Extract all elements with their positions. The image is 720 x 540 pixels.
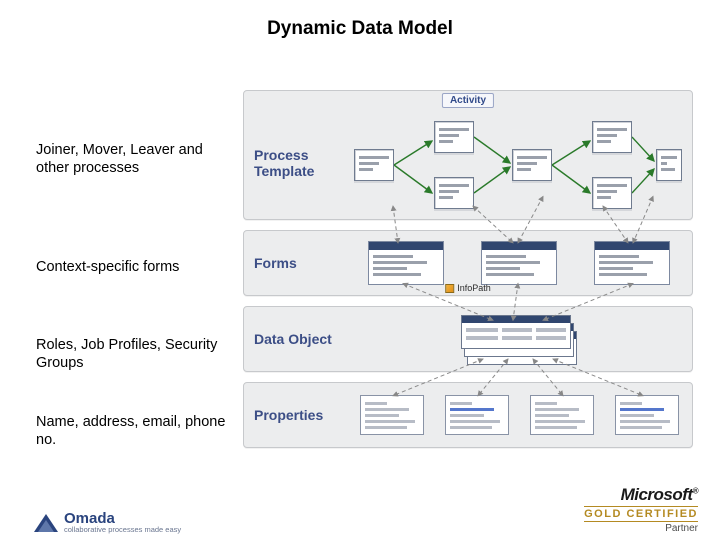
data-object-content xyxy=(354,315,684,363)
page-title: Dynamic Data Model xyxy=(0,0,720,40)
forms-content xyxy=(354,239,684,287)
omada-tagline: collaborative processes made easy xyxy=(64,525,181,534)
activity-node xyxy=(354,149,394,181)
layer-properties: Properties xyxy=(243,382,693,448)
layer-label-dataobject: Data Object xyxy=(254,331,332,347)
layer-label-forms: Forms xyxy=(254,255,297,271)
activity-node xyxy=(512,149,552,181)
property-card xyxy=(445,395,509,435)
layer-process-template: Activity Process Template xyxy=(243,90,693,220)
omada-logo-block: Omada collaborative processes made easy xyxy=(34,510,181,534)
activity-node xyxy=(592,121,632,153)
property-card xyxy=(615,395,679,435)
property-card xyxy=(530,395,594,435)
activity-node xyxy=(592,177,632,209)
desc-dataobject: Roles, Job Profiles, Security Groups xyxy=(36,336,226,372)
diagram-main: Joiner, Mover, Leaver and other processe… xyxy=(0,90,720,460)
property-card xyxy=(360,395,424,435)
activity-node xyxy=(434,121,474,153)
desc-properties: Name, address, email, phone no. xyxy=(36,413,226,449)
desc-forms: Context-specific forms xyxy=(36,258,179,276)
properties-content xyxy=(354,391,684,439)
data-object-icon xyxy=(461,315,577,363)
layer-label-properties: Properties xyxy=(254,407,323,423)
infopath-label: InfoPath xyxy=(457,283,491,293)
layer-forms: Forms InfoPath xyxy=(243,230,693,296)
activity-tag: Activity xyxy=(442,93,494,108)
desc-process: Joiner, Mover, Leaver and other processe… xyxy=(36,141,226,177)
footer: Omada collaborative processes made easy … xyxy=(0,486,720,534)
infopath-icon xyxy=(445,284,454,293)
ms-partner-badge: Microsoft® GOLD CERTIFIED Partner xyxy=(584,485,698,534)
ms-gold-line: GOLD CERTIFIED xyxy=(584,506,698,522)
layer-data-object: Data Object xyxy=(243,306,693,372)
infopath-badge: InfoPath xyxy=(445,283,491,293)
layer-label-process: Process Template xyxy=(254,147,349,179)
activity-node xyxy=(656,149,682,181)
ms-brand: Microsoft® xyxy=(584,485,698,505)
form-icon xyxy=(368,241,444,285)
layer-stack: Activity Process Template xyxy=(243,90,693,448)
activity-flow xyxy=(354,115,682,215)
ms-partner-line: Partner xyxy=(584,523,698,534)
activity-node xyxy=(434,177,474,209)
omada-mark-icon xyxy=(34,510,58,534)
form-icon xyxy=(481,241,557,285)
form-icon xyxy=(594,241,670,285)
